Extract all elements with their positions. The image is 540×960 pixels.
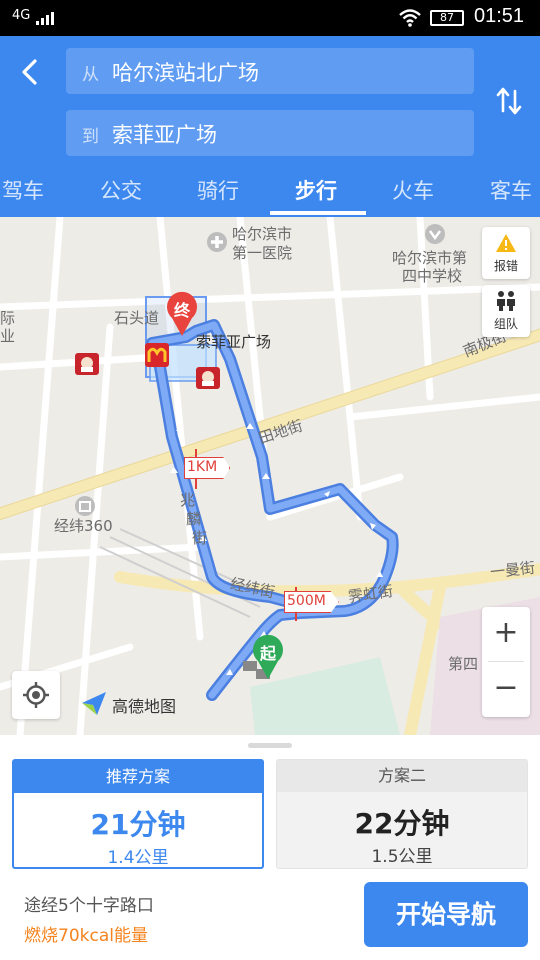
clock: 01:51 [474,5,525,27]
minus-icon: − [493,670,519,705]
distance-tag-500m: 500M [284,591,339,613]
origin-tag: 从 [82,65,99,85]
mall-icon [75,496,95,516]
plan-distance: 1.5公里 [371,847,433,867]
distance-500m-text: 500M [287,593,326,609]
zoom-out-button[interactable]: − [482,662,530,716]
map-view[interactable]: 哈尔滨市 第一医院 哈尔滨市第 四中学校 际 业 石头道 索菲亚广场 南极街 田… [0,217,540,735]
label-zhaolin-2: 麟 [186,510,202,528]
distance-tag-1km: 1KM [184,457,231,479]
amap-brand-text: 高德地图 [112,697,177,716]
end-marker-label: 终 [173,301,190,320]
label-shitou-road: 石头道 [114,309,160,327]
crossings-info: 途经5个十字路口 [24,896,154,916]
drag-handle[interactable] [248,743,292,748]
distance-1km-text: 1KM [187,459,218,475]
plus-icon: + [493,615,519,650]
destination-value: 索菲亚广场 [112,123,217,147]
route-header: 从 哈尔滨站北广场 到 索菲亚广场 驾车 公交 骑行 步行 火车 客车 [0,36,540,217]
plan-duration: 22分钟 [354,807,450,840]
start-marker: 起 [251,634,285,680]
destination-field[interactable]: 到 索菲亚广场 [66,110,474,156]
label-disi: 第四 [448,655,479,673]
label-sophia-square: 索菲亚广场 [196,333,272,351]
tab-bus[interactable]: 公交 [100,175,142,205]
label-zhaolin-1: 兆 [180,491,196,509]
calories-info: 燃烧70kcal能量 [24,926,148,946]
group-icon [497,291,515,311]
wifi-icon [399,9,421,27]
report-error-button[interactable]: 报错 [482,227,530,279]
label-school-2: 四中学校 [402,267,463,285]
plan-card-alternative[interactable]: 方案二 22分钟 1.5公里 [276,759,528,869]
battery-icon: 87 [430,10,464,26]
status-bar: 4G 87 01:51 [0,0,540,36]
plan-distance: 1.4公里 [107,848,169,868]
route-plan-sheet: 推荐方案 21分钟 1.4公里 方案二 22分钟 1.5公里 途经5个十字路口 … [0,735,540,960]
back-button[interactable] [12,54,48,90]
school-icon [425,224,445,244]
kfc-icon-2 [196,367,220,389]
group-label: 组队 [493,317,518,331]
tab-train[interactable]: 火车 [392,175,434,205]
tab-coach[interactable]: 客车 [490,175,532,205]
plan-title: 方案二 [277,760,527,792]
plan-title: 推荐方案 [14,761,262,793]
transport-tabs: 驾车 公交 骑行 步行 火车 客车 [0,169,540,217]
label-hospital-2: 第一医院 [232,244,293,262]
amap-logo-icon [82,692,106,715]
label-hospital-1: 哈尔滨市 [232,225,293,243]
locate-icon [23,682,49,708]
hospital-icon [207,232,227,252]
signal-icon [36,12,54,25]
origin-field[interactable]: 从 哈尔滨站北广场 [66,48,474,94]
origin-value: 哈尔滨站北广场 [112,61,259,85]
end-marker: 终 [165,291,199,337]
kfc-icon [75,353,99,375]
warning-icon [496,234,516,252]
zoom-in-button[interactable]: + [482,607,530,661]
tab-cycle[interactable]: 骑行 [197,175,239,205]
swap-route-icon[interactable] [492,84,526,118]
tab-walk[interactable]: 步行 [295,175,337,205]
network-type: 4G [12,8,31,23]
locate-button[interactable] [12,671,60,719]
label-jingwei360: 经纬360 [54,517,113,535]
label-left-edge-2: 业 [0,327,16,345]
group-button[interactable]: 组队 [482,285,530,337]
plan-duration: 21分钟 [90,808,186,841]
start-navigation-button[interactable]: 开始导航 [364,882,528,947]
chevron-left-icon [22,59,37,85]
report-error-label: 报错 [493,259,518,273]
plan-card-recommended[interactable]: 推荐方案 21分钟 1.4公里 [12,759,264,869]
destination-tag: 到 [82,127,99,147]
active-tab-indicator [270,211,366,215]
label-zhaolin-3: 街 [192,529,208,547]
zoom-controls: + − [482,607,530,717]
mcdonalds-icon [145,343,169,367]
tab-drive[interactable]: 驾车 [2,175,44,205]
start-marker-label: 起 [259,644,276,663]
